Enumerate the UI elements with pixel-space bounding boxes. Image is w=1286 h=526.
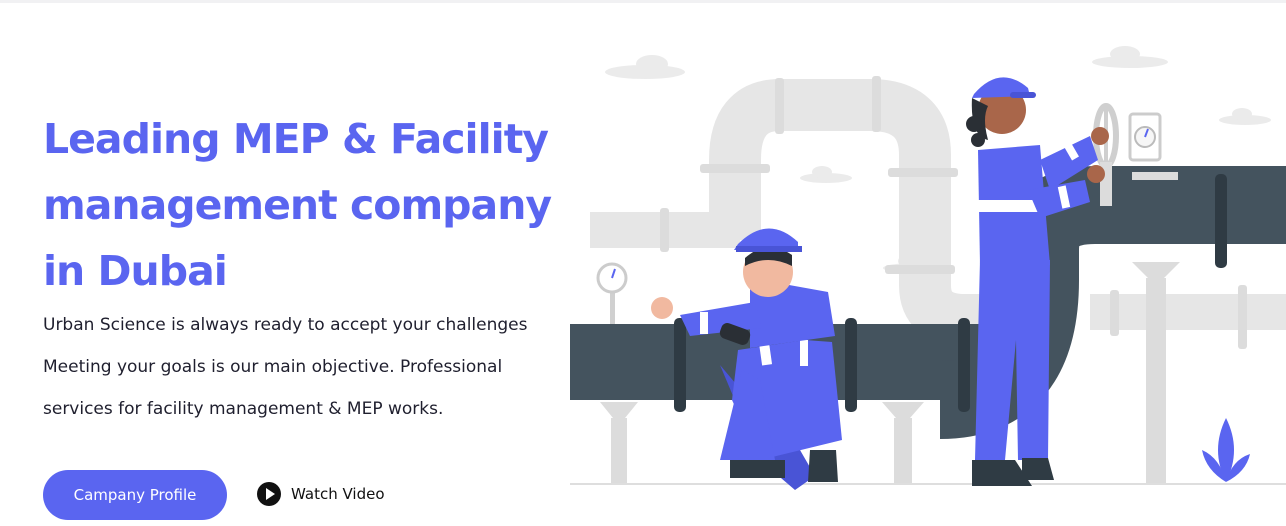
watch-video-link[interactable]: Watch Video [257, 482, 385, 506]
cloud-icon [1092, 46, 1168, 68]
header-divider [0, 0, 1286, 3]
watch-video-label: Watch Video [291, 485, 385, 503]
hero-description: Urban Science is always ready to accept … [43, 304, 563, 430]
hero-illustration [570, 46, 1286, 490]
standing-worker [966, 77, 1109, 486]
play-circle-icon[interactable] [257, 482, 281, 506]
hero-description-line: services for facility management & MEP w… [43, 399, 444, 419]
cloud-icon [1219, 108, 1271, 125]
hero-description-line: Urban Science is always ready to accept … [43, 315, 528, 335]
hero-title: Leading MEP & Facility management compan… [43, 115, 552, 295]
cloud-icon [800, 166, 852, 183]
pressure-gauge-icon [596, 262, 628, 324]
plant-icon [1202, 418, 1250, 482]
hero-description-line: Meeting your goals is our main objective… [43, 357, 503, 377]
company-profile-button[interactable]: Campany Profile [43, 470, 227, 520]
cloud-icon [605, 55, 685, 79]
